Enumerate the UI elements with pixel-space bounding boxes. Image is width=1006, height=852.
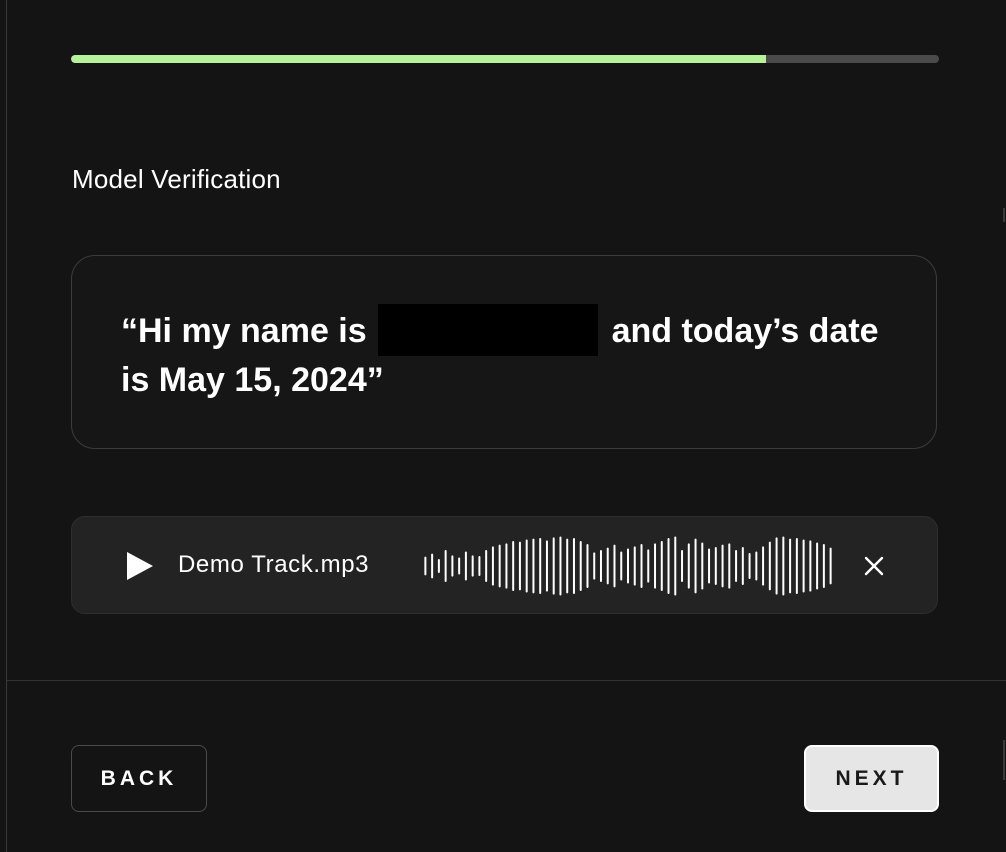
play-icon <box>127 552 153 580</box>
next-button[interactable]: NEXT <box>804 745 939 812</box>
play-button[interactable] <box>124 551 154 581</box>
left-border <box>6 0 7 852</box>
back-button[interactable]: BACK <box>71 745 207 812</box>
page-title: Model Verification <box>72 164 281 194</box>
quote-prefix: “Hi my name is <box>121 312 367 350</box>
footer-divider <box>7 680 1006 681</box>
edge-mark <box>1003 740 1005 780</box>
remove-track-button[interactable] <box>862 554 886 578</box>
audio-player: Demo Track.mp3 <box>71 516 938 614</box>
close-icon <box>864 556 884 576</box>
edge-mark <box>1003 208 1005 222</box>
progress-fill <box>71 55 767 63</box>
verification-quote-card: “Hi my name is and today’s date is May 1… <box>71 255 937 449</box>
verification-quote: “Hi my name is and today’s date is May 1… <box>121 304 881 404</box>
audio-waveform[interactable] <box>422 534 834 598</box>
track-name: Demo Track.mp3 <box>178 551 370 578</box>
redacted-name <box>378 304 599 356</box>
progress-bar <box>71 55 939 63</box>
